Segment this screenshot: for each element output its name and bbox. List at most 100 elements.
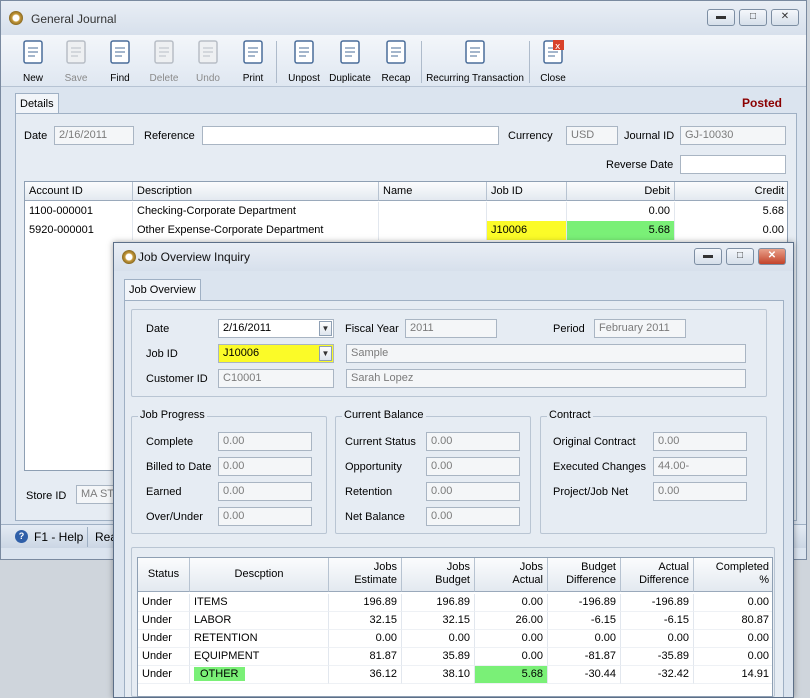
job-grid-column-header[interactable]: Completed% <box>694 558 772 592</box>
gj-column-header[interactable]: Description <box>133 182 379 201</box>
help-icon[interactable]: ? <box>15 530 28 543</box>
job-grid-cell[interactable]: 35.89 <box>402 648 475 666</box>
date-field[interactable]: 2/16/2011 <box>54 126 134 145</box>
customer-name-field[interactable]: Sarah Lopez <box>346 369 746 388</box>
job-grid-column-header[interactable]: Actual Difference <box>621 558 694 592</box>
job-grid-cell[interactable]: 38.10 <box>402 666 475 684</box>
recap-button[interactable]: Recap <box>377 35 415 87</box>
joi-minimize-button[interactable]: ▬ <box>694 248 722 265</box>
job-grid-cell[interactable]: 32.15 <box>402 612 475 630</box>
gj-column-header[interactable]: Name <box>379 182 487 201</box>
job-grid-cell[interactable]: Under <box>138 648 190 666</box>
joi-date-dropdown[interactable]: 2/16/2011 ▼ <box>218 319 334 338</box>
job-grid-cell[interactable]: 0.00 <box>475 648 548 666</box>
gj-column-header[interactable]: Account ID <box>25 182 133 201</box>
job-grid-cell[interactable]: 196.89 <box>329 594 402 612</box>
gj-grid-cell[interactable]: Checking-Corporate Department <box>133 202 379 221</box>
new-button[interactable]: New <box>13 35 53 87</box>
gj-grid-cell[interactable] <box>379 202 487 221</box>
job-grid-cell[interactable]: 36.12 <box>329 666 402 684</box>
job-grid-cell[interactable]: -32.42 <box>621 666 694 684</box>
job-grid-column-header[interactable]: Budget Difference <box>548 558 621 592</box>
help-label[interactable]: F1 - Help <box>34 530 83 544</box>
readonly-value-field[interactable]: 0.00 <box>218 507 312 526</box>
job-grid-cell[interactable]: Under <box>138 612 190 630</box>
job-grid-cell[interactable]: RETENTION <box>190 630 329 648</box>
undo-button[interactable]: Undo <box>189 35 227 87</box>
maximize-button[interactable]: □ <box>739 9 767 26</box>
chevron-down-icon[interactable]: ▼ <box>319 346 332 361</box>
job-grid-cell[interactable]: Under <box>138 630 190 648</box>
gj-column-header[interactable]: Job ID <box>487 182 567 201</box>
job-grid-cell[interactable]: 0.00 <box>475 594 548 612</box>
readonly-value-field[interactable]: 0.00 <box>653 432 747 451</box>
job-grid-cell[interactable]: 14.91 <box>694 666 772 684</box>
job-grid-cell[interactable]: ITEMS <box>190 594 329 612</box>
readonly-value-field[interactable]: 0.00 <box>426 482 520 501</box>
job-grid-column-header[interactable]: Status <box>138 558 190 592</box>
job-grid-cell[interactable]: 32.15 <box>329 612 402 630</box>
job-grid-cell[interactable]: -35.89 <box>621 648 694 666</box>
unpost-button[interactable]: Unpost <box>283 35 325 87</box>
readonly-value-field[interactable]: 0.00 <box>426 457 520 476</box>
gj-grid-cell[interactable]: 5920-000001 <box>25 221 133 240</box>
journal-id-field[interactable]: GJ-10030 <box>680 126 786 145</box>
job-grid-cell[interactable]: 26.00 <box>475 612 548 630</box>
job-grid-cell[interactable]: 0.00 <box>621 630 694 648</box>
job-grid-cell[interactable]: Under <box>138 666 190 684</box>
minimize-button[interactable]: ▬ <box>707 9 735 26</box>
job-description-field[interactable]: Sample <box>346 344 746 363</box>
readonly-value-field[interactable]: 44.00- <box>653 457 747 476</box>
gj-grid-cell[interactable]: 5.68 <box>675 202 787 221</box>
job-grid-column-header[interactable]: Jobs Estimate <box>329 558 402 592</box>
readonly-value-field[interactable]: 0.00 <box>218 432 312 451</box>
period-field[interactable]: February 2011 <box>594 319 686 338</box>
save-button[interactable]: Save <box>57 35 95 87</box>
job-grid-cell[interactable]: 0.00 <box>475 630 548 648</box>
job-grid-cell[interactable]: OTHER <box>190 666 329 684</box>
job-grid-cell[interactable]: 196.89 <box>402 594 475 612</box>
tab-details[interactable]: Details <box>15 93 59 113</box>
gj-column-header[interactable]: Debit <box>567 182 675 201</box>
job-grid-cell[interactable]: LABOR <box>190 612 329 630</box>
joi-job-id-dropdown[interactable]: J10006 ▼ <box>218 344 334 363</box>
delete-button[interactable]: Delete <box>143 35 185 87</box>
joi-titlebar[interactable]: Job Overview Inquiry ▬ □ ✕ <box>114 243 793 271</box>
fiscal-year-field[interactable]: 2011 <box>405 319 497 338</box>
tab-job-overview[interactable]: Job Overview <box>124 279 201 300</box>
job-grid-cell[interactable]: Under <box>138 594 190 612</box>
job-grid-cell[interactable]: 0.00 <box>694 630 772 648</box>
job-grid-column-header[interactable]: Jobs Budget <box>402 558 475 592</box>
job-grid-cell[interactable]: 0.00 <box>402 630 475 648</box>
close-button[interactable]: x Close <box>533 35 573 87</box>
readonly-value-field[interactable]: 0.00 <box>426 507 520 526</box>
job-grid-cell[interactable]: -6.15 <box>621 612 694 630</box>
recurring-button[interactable]: Recurring Transaction <box>425 35 525 87</box>
job-grid-cell[interactable]: EQUIPMENT <box>190 648 329 666</box>
reverse-date-field[interactable] <box>680 155 786 174</box>
gj-column-header[interactable]: Credit <box>675 182 787 201</box>
gj-grid-cell[interactable]: 0.00 <box>675 221 787 240</box>
readonly-value-field[interactable]: 0.00 <box>426 432 520 451</box>
find-button[interactable]: Find <box>101 35 139 87</box>
print-button[interactable]: Print <box>233 35 273 87</box>
gj-grid-cell[interactable]: Other Expense-Corporate Department <box>133 221 379 240</box>
job-grid-cell[interactable]: 5.68 <box>475 666 548 684</box>
job-overview-grid[interactable]: Status Descption Jobs Estimate Jobs Budget Job… <box>137 557 773 697</box>
job-grid-column-header[interactable]: Jobs Actual <box>475 558 548 592</box>
job-grid-cell[interactable]: 0.00 <box>694 594 772 612</box>
job-grid-cell[interactable]: 80.87 <box>694 612 772 630</box>
job-grid-cell[interactable]: -30.44 <box>548 666 621 684</box>
job-grid-cell[interactable]: -196.89 <box>548 594 621 612</box>
job-grid-cell[interactable]: 0.00 <box>694 648 772 666</box>
job-grid-cell[interactable]: -81.87 <box>548 648 621 666</box>
customer-id-field[interactable]: C10001 <box>218 369 334 388</box>
job-grid-cell[interactable]: -6.15 <box>548 612 621 630</box>
close-window-button[interactable]: ✕ <box>771 9 799 26</box>
joi-maximize-button[interactable]: □ <box>726 248 754 265</box>
readonly-value-field[interactable]: 0.00 <box>653 482 747 501</box>
gj-grid-cell[interactable] <box>379 221 487 240</box>
reference-field[interactable] <box>202 126 499 145</box>
job-grid-column-header[interactable]: Descption <box>190 558 329 592</box>
gj-grid-cell[interactable] <box>487 202 567 221</box>
